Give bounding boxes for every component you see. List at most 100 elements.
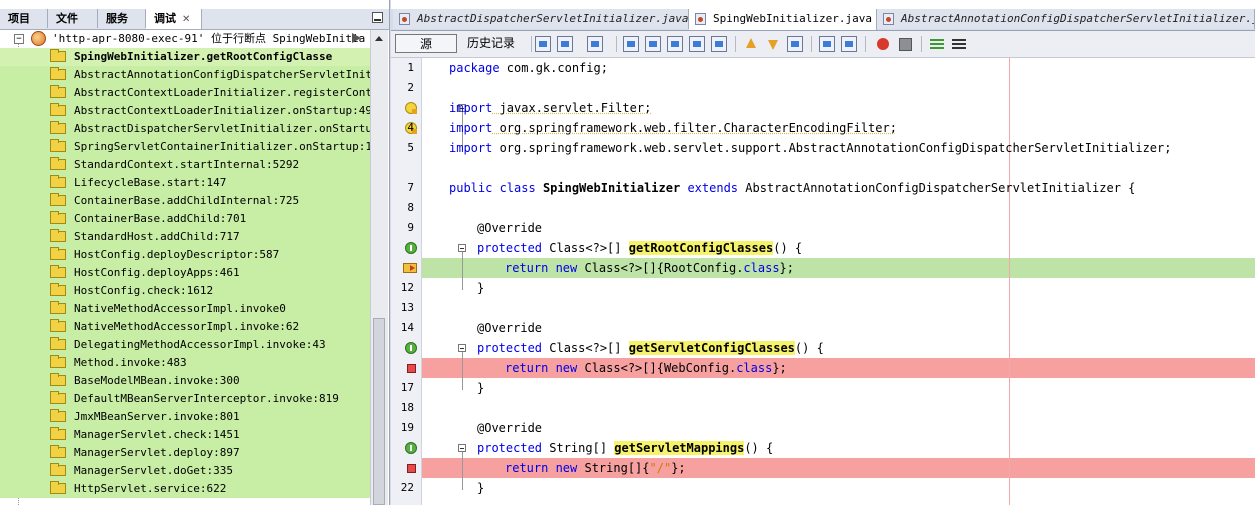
toggle-bookmark-icon[interactable] [787, 36, 803, 52]
call-stack-frame[interactable]: StandardContext.startInternal:5292 [0, 156, 370, 174]
frame-icon [50, 355, 66, 368]
find-previous-icon[interactable] [645, 36, 661, 52]
keyword: return new [505, 261, 578, 275]
call-stack-frame[interactable]: HostConfig.deployApps:461 [0, 264, 370, 282]
find-selection-icon[interactable] [623, 36, 639, 52]
call-stack-frame[interactable]: ContainerBase.addChildInternal:725 [0, 192, 370, 210]
frame-label: ManagerServlet.check:1451 [74, 428, 240, 441]
call-stack-frame[interactable]: SpingWebInitializer.getRootConfigClasse [0, 48, 370, 66]
code-line: @Override [477, 318, 1255, 338]
scroll-up-icon[interactable] [375, 36, 383, 41]
code-text: Class<?>[]{RootConfig. [577, 261, 744, 275]
next-bookmark-icon[interactable] [765, 36, 781, 52]
thread-icon [31, 31, 46, 46]
minimize-icon[interactable] [372, 12, 383, 23]
tab-abstract-dispatcher[interactable]: AbstractDispatcherServletInitializer.jav… [393, 9, 689, 29]
code-text: com.gk.config; [499, 61, 608, 75]
override-icon[interactable] [405, 342, 417, 354]
frame-icon [50, 193, 66, 206]
forward-icon[interactable] [587, 36, 603, 52]
breakpoint-icon[interactable] [407, 464, 416, 473]
call-stack-frame[interactable]: AbstractDispatcherServletInitializer.onS… [0, 120, 370, 138]
call-stack-frame[interactable]: ManagerServlet.doGet:335 [0, 462, 370, 480]
code-text: }; [779, 261, 794, 275]
code-line: return new String[]{"/"}; [505, 458, 1205, 478]
vertical-scrollbar[interactable] [370, 30, 388, 505]
call-stack-frame[interactable]: ContainerBase.addChild:701 [0, 210, 370, 228]
frame-icon [50, 481, 66, 494]
code-line: public class SpingWebInitializer extends… [449, 178, 1255, 198]
override-icon[interactable] [405, 442, 417, 454]
frame-icon [50, 373, 66, 386]
play-arrow-icon[interactable] [352, 33, 361, 43]
shift-left-icon[interactable] [819, 36, 835, 52]
tab-abstract-annotation-config[interactable]: AbstractAnnotationConfigDispatcherServle… [877, 9, 1255, 29]
breakpoint-icon[interactable] [407, 364, 416, 373]
tab-projects[interactable]: 项目 [0, 9, 48, 28]
tab-files[interactable]: 文件 [48, 9, 98, 28]
toggle-highlight-icon[interactable] [689, 36, 705, 52]
previous-bookmark-icon[interactable] [743, 36, 759, 52]
close-icon[interactable]: ✕ [182, 14, 190, 25]
uncomment-icon[interactable] [951, 36, 967, 52]
find-next-icon[interactable] [667, 36, 683, 52]
call-stack-frame[interactable]: AbstractContextLoaderInitializer.registe… [0, 84, 370, 102]
back-icon[interactable] [557, 36, 573, 52]
frame-label: ManagerServlet.doGet:335 [74, 464, 233, 477]
fold-icon[interactable] [458, 444, 466, 452]
code-editor[interactable]: package com.gk.config; import javax.serv… [422, 58, 1255, 505]
call-stack-frame[interactable]: DelegatingMethodAccessorImpl.invoke:43 [0, 336, 370, 354]
line-number: 5 [407, 141, 414, 154]
rectangular-selection-icon[interactable] [711, 36, 727, 52]
code-line: } [477, 378, 1255, 398]
stop-macro-icon[interactable] [897, 36, 913, 52]
method-name: getServletMappings [614, 441, 745, 455]
frame-icon [50, 85, 66, 98]
frame-label: HostConfig.deployApps:461 [74, 266, 240, 279]
frame-icon [50, 265, 66, 278]
code-line: protected String[] getServletMappings() … [477, 438, 1255, 458]
history-button[interactable]: 历史记录 [463, 34, 519, 53]
frame-label: HttpServlet.service:622 [74, 482, 227, 495]
source-button[interactable]: 源 [395, 34, 457, 53]
fold-icon[interactable] [458, 344, 466, 352]
start-macro-icon[interactable] [875, 36, 891, 52]
line-number: 19 [400, 421, 414, 434]
line-number: 4 [407, 121, 414, 134]
call-stack-frame[interactable]: DefaultMBeanServerInterceptor.invoke:819 [0, 390, 370, 408]
call-stack-frame[interactable]: NativeMethodAccessorImpl.invoke:62 [0, 318, 370, 336]
call-stack-frame[interactable]: JmxMBeanServer.invoke:801 [0, 408, 370, 426]
frame-icon [50, 67, 66, 80]
call-stack-frame[interactable]: AbstractContextLoaderInitializer.onStart… [0, 102, 370, 120]
call-stack-frame[interactable]: LifecycleBase.start:147 [0, 174, 370, 192]
override-icon[interactable] [405, 242, 417, 254]
last-edit-icon[interactable] [535, 36, 551, 52]
call-stack-frame[interactable]: HostConfig.deployDescriptor:587 [0, 246, 370, 264]
keyword: class [743, 261, 780, 275]
tab-services[interactable]: 服务 [98, 9, 146, 28]
call-stack-frame[interactable]: StandardHost.addChild:717 [0, 228, 370, 246]
call-stack-frame[interactable]: ManagerServlet.check:1451 [0, 426, 370, 444]
call-stack-frame[interactable]: Method.invoke:483 [0, 354, 370, 372]
fold-icon[interactable] [458, 244, 466, 252]
call-stack-frame[interactable]: HostConfig.check:1612 [0, 282, 370, 300]
call-stack-frame[interactable]: HttpServlet.service:622 [0, 480, 370, 498]
call-stack-frame[interactable]: SpringServletContainerInitializer.onStar… [0, 138, 370, 156]
frame-icon [50, 301, 66, 314]
call-stack-frame[interactable]: ManagerServlet.deploy:897 [0, 444, 370, 462]
thread-node[interactable]: − 'http-apr-8080-exec-91' 位于行断点 SpingWeb… [0, 30, 370, 48]
scrollbar-thumb[interactable] [373, 318, 385, 505]
toolbar-separator [531, 36, 532, 52]
warning-icon[interactable] [405, 102, 417, 114]
frame-label: ContainerBase.addChildInternal:725 [74, 194, 300, 207]
tab-sping-web-initializer[interactable]: SpingWebInitializer.java✕ [689, 9, 877, 30]
comment-icon[interactable] [929, 36, 945, 52]
tab-debugging[interactable]: 调试 ✕ [146, 9, 202, 29]
shift-right-icon[interactable] [841, 36, 857, 52]
line-gutter: 1 2 4 5 7 8 9 12 13 14 17 18 19 22 [391, 58, 422, 505]
call-stack-frame[interactable]: BaseModelMBean.invoke:300 [0, 372, 370, 390]
code-line: import org.springframework.web.filter.Ch… [449, 118, 1255, 138]
collapse-icon[interactable]: − [14, 34, 24, 44]
call-stack-frame[interactable]: NativeMethodAccessorImpl.invoke0 [0, 300, 370, 318]
call-stack-frame[interactable]: AbstractAnnotationConfigDispatcherServle… [0, 66, 370, 84]
